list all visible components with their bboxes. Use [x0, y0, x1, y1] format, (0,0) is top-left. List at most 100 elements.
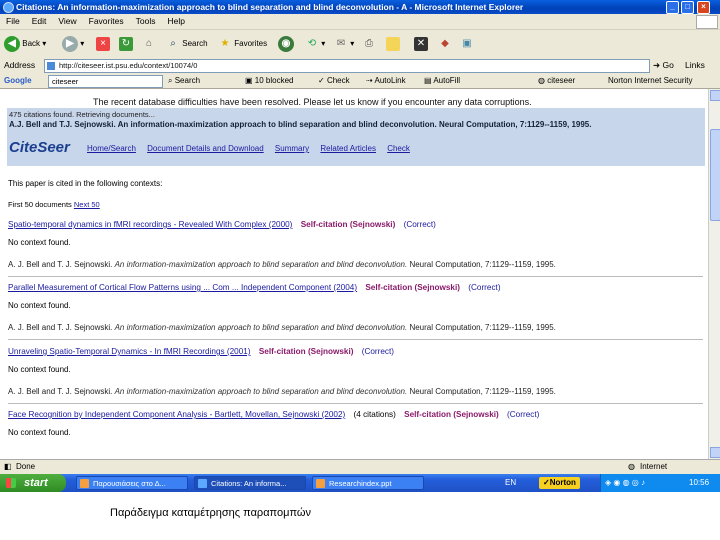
taskbar-item[interactable]: Researchindex.ppt [312, 476, 424, 490]
task-label: Παρουσιάσεις στο Δ... [93, 479, 166, 488]
reference-text: A. J. Bell and T. J. Sejnowski. An infor… [8, 387, 556, 396]
menu-edit[interactable]: Edit [26, 14, 53, 29]
nav-check[interactable]: Check [387, 144, 410, 153]
norton-tray-button[interactable]: ✓Norton [539, 477, 580, 489]
menu-view[interactable]: View [52, 14, 82, 29]
research-button[interactable]: ◆ [438, 35, 452, 53]
home-button[interactable]: ⌂ [142, 35, 156, 53]
extra-button[interactable]: ▣ [460, 35, 474, 53]
mail-button[interactable]: ✉ ▾ [334, 35, 354, 53]
ref-authors: A. J. Bell and T. J. Sejnowski. [8, 387, 113, 396]
messenger-icon: ✕ [414, 36, 428, 51]
entry-divider [8, 403, 703, 404]
ref-journal: Neural Computation, 7:1129--1159, 1995. [409, 323, 556, 332]
menu-tools[interactable]: Tools [130, 14, 162, 29]
page-icon [47, 62, 55, 70]
forward-button[interactable]: ▶ ▾ [62, 35, 84, 53]
google-toolbar: Google citeseer ⌕ Search ▣ 10 blocked ✓ … [0, 73, 720, 89]
google-search-label: Search [174, 76, 201, 85]
start-label: start [24, 477, 48, 489]
norton-security-button[interactable]: Norton Internet Security [608, 73, 692, 88]
nav-summary[interactable]: Summary [275, 144, 309, 153]
no-context-text: No context found. [8, 238, 71, 247]
google-logo[interactable]: Google [4, 73, 32, 88]
history-button[interactable]: ⟲ ▾ [305, 35, 325, 53]
results-label: First 50 documents [8, 200, 72, 209]
citation-title-link[interactable]: Face Recognition by Independent Componen… [8, 410, 345, 419]
mail-icon: ✉ [336, 37, 346, 49]
correct-link[interactable]: (Correct) [404, 220, 436, 229]
nav-home-search[interactable]: Home/Search [87, 144, 136, 153]
google-search-input[interactable]: citeseer [48, 75, 163, 88]
task-label: Citations: An informa... [211, 479, 287, 488]
citeseer-label: citeseer [547, 76, 576, 85]
citeseer-highlight-button[interactable]: ◍ citeseer [538, 73, 575, 88]
spell-check-button[interactable]: ✓ Check [318, 73, 350, 88]
correct-link[interactable]: (Correct) [468, 283, 500, 292]
citation-title-link[interactable]: Parallel Measurement of Cortical Flow Pa… [8, 283, 357, 292]
refresh-button[interactable]: ↻ [119, 35, 133, 53]
folder-button[interactable] [386, 35, 400, 53]
stop-button[interactable]: × [96, 35, 110, 53]
popup-blocker-button[interactable]: ▣ 10 blocked [245, 73, 293, 88]
media-button[interactable]: ◉ [278, 35, 294, 53]
forward-arrow-icon: ▶ [62, 35, 78, 52]
self-citation-label: Self-citation (Sejnowski) [258, 347, 354, 356]
citation-title-link[interactable]: Unraveling Spatio-Temporal Dynamics - In… [8, 347, 251, 356]
status-bar: ◧ Done ◍ Internet [0, 459, 720, 474]
citation-title-link[interactable]: Spatio-temporal dynamics in fMRI recordi… [8, 220, 292, 229]
windows-flag-icon [6, 478, 16, 488]
menu-favorites[interactable]: Favorites [83, 14, 130, 29]
minimize-button[interactable]: _ [666, 1, 679, 14]
scroll-thumb[interactable] [710, 129, 720, 221]
ie-icon [3, 2, 14, 13]
back-button[interactable]: ◀ Back ▾ [4, 35, 46, 53]
correct-link[interactable]: (Correct) [507, 410, 539, 419]
search-button[interactable]: ⌕ Search [166, 35, 208, 53]
cited-contexts-heading: This paper is cited in the following con… [8, 179, 163, 188]
citation-entry: Spatio-temporal dynamics in fMRI recordi… [8, 220, 703, 277]
go-button[interactable]: ➜ Go [653, 58, 674, 73]
messenger-button[interactable]: ✕ [414, 35, 428, 53]
autolink-label: AutoLink [374, 76, 406, 85]
favorites-button[interactable]: ★ Favorites [218, 35, 268, 53]
search-label: Search [182, 39, 208, 48]
menu-help[interactable]: Help [161, 14, 190, 29]
citeseer-logo[interactable]: CiteSeer [9, 139, 70, 156]
self-citation-label: Self-citation (Sejnowski) [365, 283, 460, 292]
browser-screen: Citations: An information-maximization a… [0, 0, 720, 492]
address-input[interactable]: http://citeseer.ist.psu.edu/context/1007… [44, 59, 650, 73]
nav-document-details[interactable]: Document Details and Download [147, 144, 264, 153]
scroll-up-arrow-icon[interactable] [710, 90, 720, 101]
ref-journal: Neural Computation, 7:1129--1159, 1995. [409, 387, 556, 396]
language-indicator[interactable]: EN [505, 474, 516, 492]
tray-icons: ◈ ◉ ◍ ◎ ♪ [605, 478, 645, 487]
star-icon: ★ [220, 37, 230, 49]
task-label: Researchindex.ppt [329, 479, 392, 488]
address-label: Address [4, 60, 36, 70]
toolbar: ◀ Back ▾ ▶ ▾ × ↻ ⌂ ⌕ Search ★ Favorites … [0, 30, 720, 59]
ref-journal: Neural Computation, 7:1129--1159, 1995. [409, 260, 556, 269]
nav-related-articles[interactable]: Related Articles [320, 144, 376, 153]
next-results-link[interactable]: Next 50 [74, 200, 100, 209]
favorites-label: Favorites [234, 39, 268, 48]
menu-file[interactable]: File [0, 14, 26, 29]
autolink-button[interactable]: ⇢ AutoLink [366, 73, 406, 88]
taskbar-item[interactable]: Παρουσιάσεις στο Δ... [76, 476, 188, 490]
taskbar-item[interactable]: Citations: An informa... [194, 476, 306, 490]
maximize-button[interactable]: □ [681, 1, 694, 14]
address-url: http://citeseer.ist.psu.edu/context/1007… [59, 61, 198, 70]
ref-authors: A. J. Bell and T. J. Sejnowski. [8, 260, 113, 269]
links-button[interactable]: Links [685, 58, 705, 73]
start-button[interactable]: start [0, 474, 66, 492]
research-icon: ◆ [441, 37, 449, 49]
google-search-button[interactable]: ⌕ Search [168, 73, 200, 88]
entry-divider [8, 276, 703, 277]
vertical-scrollbar[interactable] [708, 89, 720, 459]
print-button[interactable]: ⎙ [362, 35, 376, 53]
autofill-button[interactable]: ▤ AutoFill [424, 73, 460, 88]
folder-icon [386, 36, 400, 51]
close-button[interactable]: × [697, 1, 710, 14]
correct-link[interactable]: (Correct) [362, 347, 394, 356]
scroll-down-arrow-icon[interactable] [710, 447, 720, 458]
